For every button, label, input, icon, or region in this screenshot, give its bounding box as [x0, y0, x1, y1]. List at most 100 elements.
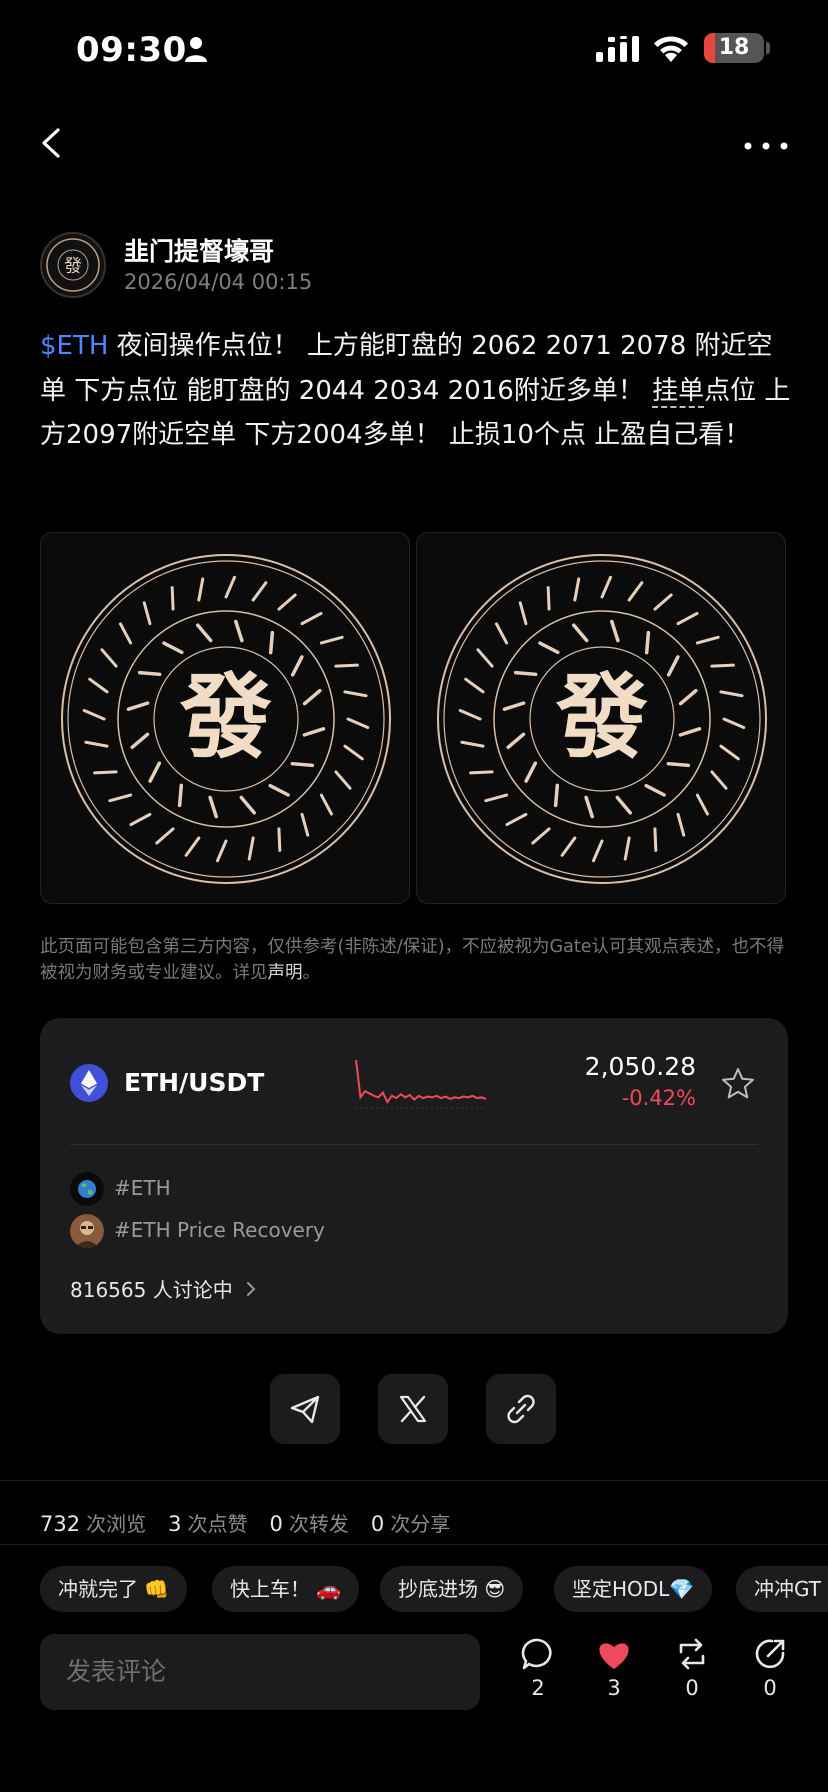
seal-stroke	[469, 770, 494, 775]
seal-stroke	[666, 761, 691, 768]
seal-stroke	[513, 670, 538, 677]
likes-count: 3	[168, 1512, 182, 1536]
seal-stroke	[678, 688, 698, 706]
discussion-count-link[interactable]: 816565 人讨论中	[70, 1274, 233, 1303]
reposts-label: 次转发	[288, 1512, 349, 1536]
pair-name: ETH/USDT	[124, 1068, 265, 1097]
comment-icon	[521, 1638, 552, 1670]
seal-stroke	[644, 783, 666, 797]
battery-indicator: 18	[704, 33, 764, 63]
seal-stroke	[591, 839, 604, 863]
back-button[interactable]	[30, 118, 74, 168]
signal-icon	[596, 36, 639, 62]
seal-stroke	[676, 611, 699, 626]
seal-stroke	[531, 827, 551, 845]
post-stats: 732 次浏览 3 次点赞 0 次转发 0 次分享	[40, 1508, 472, 1537]
disclaimer-body: 此页面可能包含第三方内容，仅供参考(非陈述/保证)，不应被视为Gate认可其观点…	[40, 937, 784, 983]
seal-stroke	[268, 630, 275, 655]
seal-stroke	[88, 677, 109, 694]
seal-stroke	[137, 670, 162, 677]
seal-stroke	[610, 619, 620, 643]
seal-stroke	[710, 770, 728, 790]
copy-link-button[interactable]	[486, 1374, 556, 1444]
card-divider	[70, 1144, 758, 1145]
seal-stroke	[300, 812, 310, 837]
seal-stroke	[505, 812, 528, 827]
seal-stroke	[290, 761, 315, 768]
telegram-icon	[290, 1395, 320, 1424]
seal-stroke	[277, 593, 297, 611]
seal-stroke	[155, 827, 175, 845]
topic-label: #ETH Price Recovery	[114, 1218, 325, 1242]
more-options-button[interactable]	[740, 126, 792, 166]
seal-stroke	[623, 836, 631, 861]
quick-reply-chip[interactable]: 快上车！ 🚗	[212, 1566, 360, 1612]
seal-stroke	[553, 783, 560, 808]
seal-character: 發	[179, 663, 272, 771]
repost-button[interactable]: 0	[662, 1636, 722, 1716]
seal-stroke	[719, 744, 740, 761]
seal-stroke	[719, 690, 744, 698]
seal-stroke	[319, 793, 334, 816]
seal-stroke	[142, 601, 152, 626]
ticker-tag-link[interactable]: $ETH	[40, 331, 108, 361]
comment-button[interactable]: 2	[508, 1636, 568, 1716]
disclaimer-link[interactable]: 声明	[268, 963, 303, 983]
comment-input[interactable]: 发表评论	[40, 1634, 480, 1710]
views-count: 732	[40, 1512, 81, 1536]
fortune-seal-image: 發	[61, 554, 391, 884]
share-button[interactable]: 0	[740, 1636, 800, 1716]
seal-stroke	[224, 575, 237, 599]
quick-reply-chip[interactable]: 坚定HODL💎	[554, 1566, 713, 1612]
quick-reply-chip[interactable]: 冲就完了 👊	[40, 1566, 188, 1612]
seal-stroke	[343, 690, 368, 698]
battery-level: 18	[718, 35, 750, 60]
glossary-term-link[interactable]: 挂单	[652, 375, 705, 408]
author-avatar[interactable]: 發	[40, 232, 106, 298]
link-icon	[507, 1394, 535, 1424]
post-image-2[interactable]: 發	[416, 532, 786, 904]
quick-reply-chip[interactable]: 抄底进场 😎	[380, 1566, 524, 1612]
seal-stroke	[130, 732, 150, 750]
seal-stroke	[302, 727, 326, 737]
seal-stroke	[148, 761, 162, 783]
seal-stroke	[100, 648, 118, 668]
seal-stroke	[506, 732, 526, 750]
person-icon	[185, 37, 207, 62]
shares-label: 次分享	[390, 1512, 451, 1536]
favorite-star-icon[interactable]	[720, 1066, 756, 1102]
seal-stroke	[678, 727, 702, 737]
seal-stroke	[560, 836, 577, 857]
seal-stroke	[108, 793, 133, 803]
status-bar: 09:30 18	[0, 0, 828, 100]
seal-stroke	[195, 623, 213, 643]
like-button[interactable]: 3	[584, 1636, 644, 1716]
author-name[interactable]: 韭门提督壕哥	[124, 232, 274, 268]
seal-stroke	[695, 793, 710, 816]
post-image-1[interactable]: 發	[40, 532, 410, 904]
seal-stroke	[538, 641, 560, 655]
seal-stroke	[460, 740, 485, 748]
seal-stroke	[300, 611, 323, 626]
seal-stroke	[571, 623, 589, 643]
x-icon	[399, 1395, 427, 1423]
pair-change: -0.42%	[621, 1086, 696, 1110]
avatar-seal-icon: 發	[46, 238, 100, 292]
seal-stroke	[334, 663, 359, 668]
seal-stroke	[215, 839, 228, 863]
share-telegram-button[interactable]	[270, 1374, 340, 1444]
chevron-right-icon	[247, 1282, 256, 1296]
seal-stroke	[162, 641, 184, 655]
seal-stroke	[573, 577, 581, 602]
quick-reply-chip[interactable]: 冲冲GT	[736, 1566, 828, 1612]
battery-tip	[766, 42, 770, 54]
sparkline-line	[355, 1059, 487, 1104]
seal-stroke	[502, 701, 526, 711]
seal-stroke	[627, 581, 644, 602]
seal-stroke	[82, 708, 106, 721]
seal-stroke	[524, 761, 538, 783]
market-card[interactable]: ETH/USDT 2,050.28 -0.42% #ETH #ETH Price	[40, 1018, 788, 1334]
seal-stroke	[129, 812, 152, 827]
share-x-button[interactable]	[378, 1374, 448, 1444]
seal-stroke	[476, 648, 494, 668]
